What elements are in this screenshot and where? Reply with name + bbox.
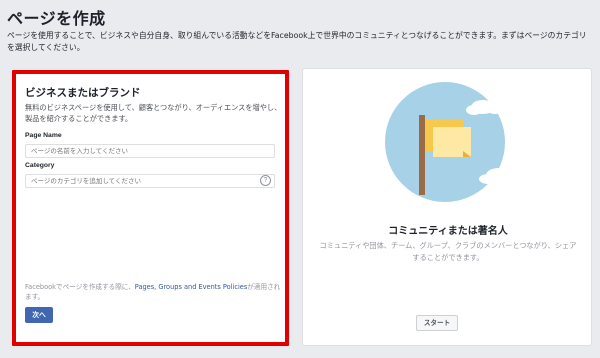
help-icon[interactable]: ?: [260, 175, 271, 186]
category-field: ?: [25, 174, 275, 188]
policy-notice: Facebookでページを作成する際に、Pages, Groups and Ev…: [25, 282, 285, 302]
business-card-description: 無料のビジネスページを使用して、顧客とつながり、オーディエンスを増やし、製品を紹…: [25, 103, 282, 123]
policy-link[interactable]: Pages, Groups and Events Policies: [135, 283, 248, 291]
start-button[interactable]: スタート: [416, 315, 458, 331]
page-name-input[interactable]: [25, 144, 275, 158]
page-name-label: Page Name: [25, 132, 62, 139]
community-card-title: コミュニティまたは著名人: [388, 226, 508, 237]
next-button[interactable]: 次へ: [25, 307, 53, 323]
business-card-title: ビジネスまたはブランド: [25, 87, 141, 99]
business-brand-card: ビジネスまたはブランド 無料のビジネスページを使用して、顧客とつながり、オーディ…: [12, 70, 289, 346]
page-title: ページを作成: [7, 9, 106, 28]
flag-illustration: [385, 82, 521, 202]
page-description: ページを使用することで、ビジネスや自分自身、取り組んでいる活動などをFacebo…: [7, 31, 587, 52]
category-input[interactable]: [25, 174, 275, 188]
community-card-description: コミュニティや団体、チーム、グループ、クラブのメンバーとつながり、シェアすること…: [319, 241, 577, 262]
category-label: Category: [25, 162, 55, 169]
community-card[interactable]: コミュニティまたは著名人 コミュニティや団体、チーム、グループ、クラブのメンバー…: [302, 68, 592, 346]
policy-prefix: Facebookでページを作成する際に、: [25, 283, 135, 291]
